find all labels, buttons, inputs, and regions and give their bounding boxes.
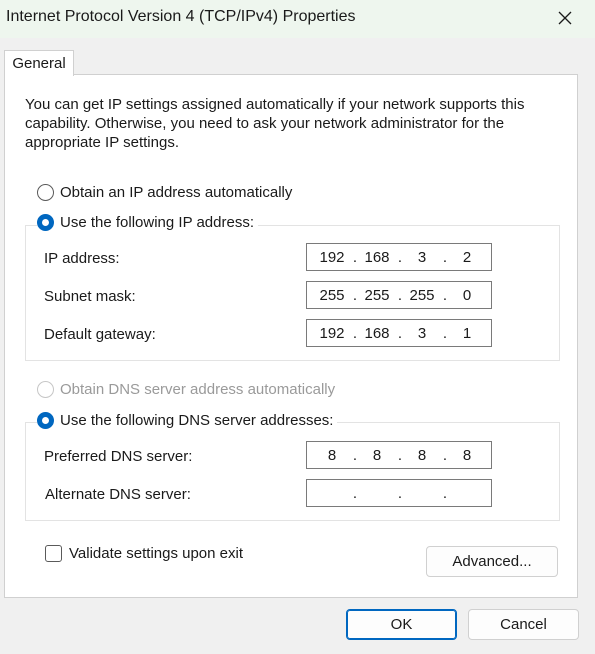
use-following-dns-radio[interactable]: Use the following DNS server addresses: (37, 412, 338, 429)
general-tab-panel: You can get IP settings assigned automat… (4, 74, 578, 598)
octet: 1 (462, 325, 472, 342)
use-following-ip-label: Use the following IP address: (60, 214, 254, 231)
use-following-dns-label: Use the following DNS server addresses: (60, 412, 334, 429)
validate-settings-label: Validate settings upon exit (69, 545, 244, 562)
octet-separator: . (397, 249, 403, 266)
octet-separator: . (442, 287, 448, 304)
octet: 255 (409, 287, 435, 304)
octet-separator: . (397, 325, 403, 342)
octet-separator: . (352, 485, 358, 502)
preferred-dns-label: Preferred DNS server: (44, 448, 193, 465)
subnet-mask-label: Subnet mask: (44, 288, 136, 305)
validate-settings-checkbox[interactable]: Validate settings upon exit (45, 545, 243, 562)
octet: 255 (319, 287, 345, 304)
alternate-dns-input[interactable]: . . . (306, 479, 492, 507)
obtain-dns-auto-radio[interactable]: Obtain DNS server address automatically (37, 381, 335, 398)
octet: 192 (319, 249, 345, 266)
cancel-button[interactable]: Cancel (468, 609, 579, 640)
octet: 8 (372, 447, 382, 464)
octet-separator: . (397, 485, 403, 502)
octet-separator: . (442, 485, 448, 502)
octet: 8 (327, 447, 337, 464)
octet-separator: . (397, 287, 403, 304)
ip-address-label: IP address: (44, 250, 120, 267)
octet-separator: . (442, 447, 448, 464)
octet-separator: . (442, 325, 448, 342)
octet: 192 (319, 325, 345, 342)
alternate-dns-label: Alternate DNS server: (45, 486, 191, 503)
octet: 8 (417, 447, 427, 464)
close-icon (558, 11, 572, 25)
ip-address-input[interactable]: 192 . 168 . 3 . 2 (306, 243, 492, 271)
checkbox-box (45, 545, 62, 562)
radio-circle (37, 184, 54, 201)
octet: 168 (364, 325, 390, 342)
radio-circle (37, 412, 54, 429)
octet-separator: . (397, 447, 403, 464)
obtain-dns-auto-label: Obtain DNS server address automatically (60, 381, 336, 398)
use-following-ip-radio-overlay[interactable]: Use the following IP address: (37, 214, 258, 231)
octet: 255 (364, 287, 390, 304)
default-gateway-label: Default gateway: (44, 326, 156, 343)
octet-separator: . (352, 325, 358, 342)
close-button[interactable] (548, 4, 582, 32)
octet: 3 (417, 325, 427, 342)
title-bar: Internet Protocol Version 4 (TCP/IPv4) P… (0, 0, 595, 38)
octet-separator: . (352, 447, 358, 464)
advanced-button[interactable]: Advanced... (426, 546, 558, 577)
window-title: Internet Protocol Version 4 (TCP/IPv4) P… (6, 8, 356, 25)
radio-circle (37, 381, 54, 398)
description-text: You can get IP settings assigned automat… (25, 96, 525, 151)
obtain-ip-auto-radio[interactable]: Obtain an IP address automatically (37, 184, 292, 201)
octet-separator: . (352, 249, 358, 266)
default-gateway-input[interactable]: 192 . 168 . 3 . 1 (306, 319, 492, 347)
preferred-dns-input[interactable]: 8 . 8 . 8 . 8 (306, 441, 492, 469)
radio-circle (37, 214, 54, 231)
tab-general[interactable]: General (4, 50, 74, 76)
octet: 3 (417, 249, 427, 266)
octet: 168 (364, 249, 390, 266)
octet-separator: . (442, 249, 448, 266)
obtain-ip-auto-label: Obtain an IP address automatically (60, 184, 293, 201)
octet: 8 (462, 447, 472, 464)
octet: 2 (462, 249, 472, 266)
octet-separator: . (352, 287, 358, 304)
octet: 0 (462, 287, 472, 304)
subnet-mask-input[interactable]: 255 . 255 . 255 . 0 (306, 281, 492, 309)
ok-button[interactable]: OK (346, 609, 457, 640)
